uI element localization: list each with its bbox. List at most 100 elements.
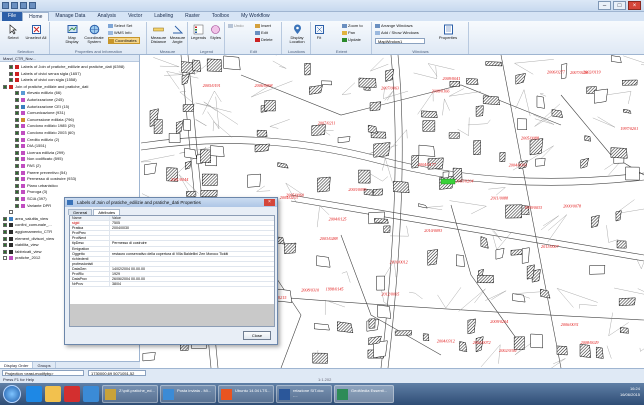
legend-entry[interactable]: Piano urbanistico bbox=[0, 183, 58, 189]
tab-my-workflow[interactable]: My Workflow bbox=[235, 12, 276, 21]
system-tray-clock[interactable]: 16:24 16/06/2015 bbox=[620, 386, 640, 398]
building-polygon[interactable] bbox=[182, 104, 195, 112]
layer-visibility-checkbox[interactable] bbox=[15, 117, 19, 122]
start-button[interactable] bbox=[3, 385, 21, 403]
building-polygon[interactable] bbox=[284, 242, 297, 254]
building-polygon[interactable] bbox=[623, 108, 632, 114]
building-polygon[interactable] bbox=[422, 120, 436, 132]
building-polygon[interactable] bbox=[442, 171, 450, 179]
building-polygon[interactable] bbox=[580, 157, 590, 169]
building-polygon[interactable] bbox=[206, 58, 223, 72]
building-polygon[interactable] bbox=[615, 210, 622, 222]
layer-visibility-checkbox[interactable] bbox=[3, 243, 7, 248]
legend-entry[interactable]: fabbricati_view bbox=[0, 249, 41, 255]
dialog-title-bar[interactable]: Labels of Join of pratiche_edilizie and … bbox=[65, 198, 277, 207]
delete-button[interactable]: Delete bbox=[255, 37, 273, 42]
arrange-windows-button[interactable]: Arrange Windows bbox=[375, 23, 413, 28]
minimize-button[interactable]: – bbox=[598, 1, 611, 10]
fit-button[interactable]: Fit bbox=[313, 24, 325, 40]
add-show-windows-button[interactable]: Add / Show Windows bbox=[375, 30, 419, 35]
update-button[interactable]: Update bbox=[342, 37, 361, 42]
layer-visibility-checkbox[interactable] bbox=[3, 256, 7, 261]
tab-home[interactable]: Home bbox=[22, 12, 50, 21]
building-polygon[interactable] bbox=[184, 147, 198, 160]
building-polygon[interactable] bbox=[618, 297, 636, 306]
building-polygon[interactable] bbox=[594, 88, 609, 104]
legend-entry[interactable]: viabilita_view bbox=[0, 242, 39, 248]
map-window-select[interactable]: MapWindow1 bbox=[375, 38, 425, 44]
building-polygon[interactable] bbox=[153, 119, 163, 134]
building-polygon[interactable] bbox=[383, 225, 391, 233]
building-polygon[interactable] bbox=[373, 188, 384, 196]
layer-visibility-checkbox[interactable] bbox=[9, 78, 13, 83]
building-polygon[interactable] bbox=[256, 129, 268, 137]
display-location-button[interactable]: Display Location bbox=[284, 24, 310, 44]
building-polygon[interactable] bbox=[317, 176, 331, 193]
coordinate-readout-field[interactable]: 1730000,69 5071051,52 bbox=[88, 370, 146, 376]
layer-visibility-checkbox[interactable] bbox=[15, 150, 19, 155]
legends-button[interactable]: Legends bbox=[190, 24, 207, 40]
table-row[interactable]: NrProv 38/04 bbox=[70, 282, 274, 288]
building-polygon[interactable] bbox=[373, 142, 391, 158]
task-pdf-pratiche[interactable]: Z:\pdf-pratiche_ed... bbox=[102, 385, 158, 403]
layer-visibility-checkbox[interactable] bbox=[3, 236, 7, 241]
layer-visibility-checkbox[interactable] bbox=[3, 249, 7, 254]
layer-visibility-checkbox[interactable] bbox=[15, 137, 19, 142]
building-polygon[interactable] bbox=[475, 105, 484, 117]
building-polygon[interactable] bbox=[304, 62, 311, 76]
legend-entry[interactable]: Condono edilizio 2003 (60) bbox=[0, 130, 75, 136]
building-polygon[interactable] bbox=[619, 327, 629, 334]
file-explorer-icon[interactable] bbox=[45, 386, 61, 402]
building-polygon[interactable] bbox=[480, 236, 489, 249]
building-polygon[interactable] bbox=[369, 101, 382, 112]
layer-visibility-checkbox[interactable] bbox=[15, 170, 19, 175]
tab-file[interactable]: File bbox=[2, 12, 23, 21]
building-polygon[interactable] bbox=[181, 61, 195, 74]
building-polygon[interactable] bbox=[579, 343, 592, 358]
building-polygon[interactable] bbox=[459, 341, 468, 353]
legend-entry[interactable]: Proroga (3) bbox=[0, 189, 47, 195]
building-polygon[interactable] bbox=[515, 73, 526, 85]
building-polygon[interactable] bbox=[535, 158, 546, 167]
building-polygon[interactable] bbox=[254, 143, 270, 153]
select-button[interactable]: Select bbox=[3, 24, 23, 40]
maximize-button[interactable]: □ bbox=[613, 1, 626, 10]
building-polygon[interactable] bbox=[418, 144, 436, 157]
building-polygon[interactable] bbox=[540, 288, 551, 299]
building-polygon[interactable] bbox=[505, 204, 523, 219]
legend-entry[interactable]: Autorizzazione CEI (15) bbox=[0, 104, 69, 110]
building-polygon[interactable] bbox=[421, 110, 438, 119]
coordinates-button[interactable]: Coordinates bbox=[108, 37, 140, 44]
building-polygon[interactable] bbox=[210, 145, 225, 157]
layer-visibility-checkbox[interactable] bbox=[15, 190, 19, 195]
building-polygon[interactable] bbox=[314, 323, 330, 331]
legend-entry[interactable]: Parere preventivo (54) bbox=[0, 170, 67, 176]
layer-visibility-checkbox[interactable] bbox=[3, 223, 7, 228]
building-polygon[interactable] bbox=[385, 68, 395, 82]
building-polygon[interactable] bbox=[168, 133, 181, 143]
building-polygon[interactable] bbox=[367, 124, 378, 134]
legend-entry[interactable]: Labels of civici con sigla (1558) bbox=[0, 77, 77, 83]
building-polygon[interactable] bbox=[499, 152, 506, 163]
legend-entry[interactable]: DIA (1551) bbox=[0, 143, 46, 149]
legend-entry[interactable]: element_divisori_view bbox=[0, 236, 54, 242]
building-polygon[interactable] bbox=[625, 166, 640, 181]
building-polygon[interactable] bbox=[223, 55, 241, 71]
legend-entry[interactable]: Concessione edilizia (796) bbox=[0, 117, 74, 123]
building-polygon[interactable] bbox=[394, 330, 413, 336]
task-geomedia[interactable]: GeoMedia Essenti... bbox=[334, 385, 394, 403]
building-polygon[interactable] bbox=[393, 180, 410, 194]
building-polygon[interactable] bbox=[456, 254, 465, 267]
highlighted-feature[interactable] bbox=[440, 178, 456, 185]
media-player-icon[interactable] bbox=[64, 386, 80, 402]
building-polygon[interactable] bbox=[312, 352, 328, 364]
building-polygon[interactable] bbox=[530, 333, 544, 349]
save-icon[interactable] bbox=[2, 2, 9, 9]
tab-manage-data[interactable]: Manage Data bbox=[49, 12, 91, 21]
close-window-button[interactable]: × bbox=[628, 1, 641, 10]
building-polygon[interactable] bbox=[181, 73, 190, 86]
layer-visibility-checkbox[interactable] bbox=[15, 91, 19, 96]
building-polygon[interactable] bbox=[610, 55, 622, 64]
building-polygon[interactable] bbox=[466, 78, 479, 85]
building-polygon[interactable] bbox=[521, 247, 530, 264]
